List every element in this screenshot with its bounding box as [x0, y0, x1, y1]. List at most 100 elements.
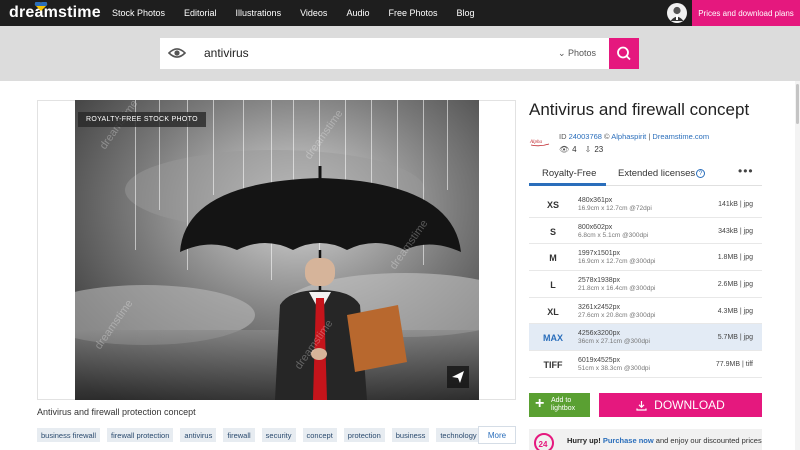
chevron-down-icon[interactable]: ⌄: [558, 48, 566, 59]
search-icon: [617, 46, 631, 61]
eye-icon[interactable]: [168, 46, 186, 60]
plus-icon: +: [535, 395, 545, 412]
size-print: 21.8cm x 16.4cm @300dpi: [578, 285, 656, 293]
page-scrollbar[interactable]: [795, 81, 800, 450]
download-label: DOWNLOAD: [654, 398, 725, 412]
promo-text: Hurry up! Purchase now and enjoy our dis…: [567, 436, 762, 445]
active-tab-underline: [529, 183, 606, 186]
nav-illustrations[interactable]: Illustrations: [236, 8, 282, 18]
tag-business-firewall[interactable]: business firewall: [37, 428, 101, 442]
size-file: 2.6MB | jpg: [717, 281, 753, 289]
size-row-s[interactable]: S 800x602px 6.8cm x 5.1cm @300dpi 343kB …: [529, 218, 762, 245]
main-nav: Stock Photos Editorial Illustrations Vid…: [112, 0, 494, 26]
size-print: 16.9cm x 12.7cm @300dpi: [578, 258, 656, 266]
size-options-table: XS 480x361px 16.9cm x 12.7cm @72dpi 141k…: [529, 191, 762, 378]
tab-royalty-free[interactable]: Royalty-Free: [542, 168, 596, 179]
more-options-icon[interactable]: •••: [738, 164, 754, 178]
promo-hurry: Hurry up!: [567, 436, 601, 445]
author-logo[interactable]: Alpha: [529, 134, 551, 148]
purchase-now-link[interactable]: Purchase now: [603, 436, 654, 445]
size-pixels: 6019x4525px: [578, 357, 621, 365]
tag-business[interactable]: business: [391, 428, 430, 442]
size-file: 343kB | jpg: [718, 227, 753, 235]
image-caption: Antivirus and firewall protection concep…: [37, 407, 196, 417]
size-file: 141kB | jpg: [718, 201, 753, 208]
nav-videos[interactable]: Videos: [300, 8, 327, 18]
size-pixels: 800x602px: [578, 223, 613, 231]
size-row-max[interactable]: MAX 4256x3200px 36cm x 27.1cm @300dpi 5.…: [529, 324, 762, 352]
size-print: 27.6cm x 20.8cm @300dpi: [578, 311, 656, 319]
image-stats: 👁 4 ⇩ 23: [559, 145, 611, 154]
size-print: 16.9cm x 12.7cm @72dpi: [578, 205, 652, 212]
size-row-l[interactable]: L 2578x1938px 21.8cm x 16.4cm @300dpi 2.…: [529, 271, 762, 298]
search-category-select[interactable]: Photos: [568, 48, 596, 58]
user-avatar[interactable]: [667, 3, 687, 23]
size-pixels: 1997x1501px: [578, 250, 621, 258]
promo-banner: 24 Hurry up! Purchase now and enjoy our …: [529, 429, 762, 450]
ukraine-heart-icon: [34, 2, 48, 11]
download-count-icon: ⇩: [584, 145, 592, 154]
share-button[interactable]: [447, 366, 469, 388]
nav-blog[interactable]: Blog: [457, 8, 475, 18]
tab-extended-licenses[interactable]: Extended licenses: [618, 168, 695, 179]
help-icon[interactable]: ?: [696, 169, 705, 178]
size-pixels: 4256x3200px: [578, 330, 621, 338]
id-prefix: ID: [559, 132, 569, 141]
size-pixels: 480x361px: [578, 197, 613, 204]
tag-technology[interactable]: technology: [436, 428, 481, 442]
site-link[interactable]: Dreamstime.com: [652, 132, 709, 141]
clock-24-icon: 24: [534, 433, 554, 450]
nav-audio[interactable]: Audio: [346, 8, 369, 18]
size-print: 51cm x 38.3cm @300dpi: [578, 365, 650, 373]
tag-concept[interactable]: concept: [302, 428, 337, 442]
photo-illustration: dreamstime dreamstime dreamstime dreamst…: [75, 100, 479, 400]
size-code: MAX: [543, 333, 563, 344]
download-button[interactable]: DOWNLOAD: [599, 393, 762, 417]
author-link[interactable]: Alphaspirit: [611, 132, 646, 141]
size-file: 4.3MB | jpg: [717, 307, 753, 315]
logo-text: dreamstime: [9, 4, 101, 21]
paper-plane-icon: [452, 371, 464, 383]
size-row-tiff[interactable]: TIFF 6019x4525px 51cm x 38.3cm @300dpi 7…: [529, 351, 762, 378]
clock-badge: 24: [539, 440, 548, 449]
nav-stock-photos[interactable]: Stock Photos: [112, 8, 165, 18]
downloads-count: 23: [594, 145, 604, 154]
nav-free-photos[interactable]: Free Photos: [388, 8, 437, 18]
search-query[interactable]: antivirus: [204, 46, 249, 60]
tag-protection[interactable]: protection: [343, 428, 385, 442]
size-code: L: [550, 280, 556, 291]
tag-antivirus[interactable]: antivirus: [180, 428, 217, 442]
tag-firewall[interactable]: firewall: [223, 428, 255, 442]
license-tabs: Royalty-Free Extended licenses ? •••: [529, 162, 762, 186]
dreamstime-logo[interactable]: dreamstime: [9, 2, 101, 23]
size-code: XS: [546, 200, 559, 210]
size-file: 77.9MB | tiff: [715, 361, 753, 369]
promo-rest: and enjoy our discounted prices: [653, 436, 762, 445]
size-code: XL: [547, 306, 559, 317]
prices-plans-button[interactable]: Prices and download plans: [692, 0, 800, 26]
size-pixels: 2578x1938px: [578, 277, 621, 285]
size-file: 5.7MB | jpg: [717, 334, 753, 342]
royalty-free-badge: ROYALTY-FREE STOCK PHOTO: [78, 112, 206, 127]
lightbox-label: Add to lightbox: [551, 397, 576, 412]
tag-firewall-protection[interactable]: firewall protection: [107, 428, 174, 442]
add-to-lightbox-button[interactable]: + Add to lightbox: [529, 393, 590, 417]
nav-editorial[interactable]: Editorial: [184, 8, 217, 18]
scrollbar-thumb[interactable]: [796, 84, 799, 124]
tag-security[interactable]: security: [261, 428, 296, 442]
more-tags-button[interactable]: More: [478, 426, 516, 444]
svg-text:Alpha: Alpha: [529, 140, 542, 145]
size-row-xl[interactable]: XL 3261x2452px 27.6cm x 20.8cm @300dpi 4…: [529, 298, 762, 325]
size-code: TIFF: [543, 360, 563, 371]
size-row-xs[interactable]: XS 480x361px 16.9cm x 12.7cm @72dpi 141k…: [529, 191, 762, 218]
views-count: 4: [572, 145, 577, 154]
search-band: [0, 26, 800, 81]
size-code: S: [549, 226, 556, 237]
search-button[interactable]: [609, 38, 639, 69]
size-code: M: [549, 253, 557, 264]
size-print: 36cm x 27.1cm @300dpi: [578, 338, 650, 346]
size-row-m[interactable]: M 1997x1501px 16.9cm x 12.7cm @300dpi 1.…: [529, 244, 762, 272]
image-title: Antivirus and firewall concept: [529, 100, 750, 119]
main-stock-photo[interactable]: dreamstime dreamstime dreamstime dreamst…: [75, 100, 479, 400]
image-id-link[interactable]: 24003768: [569, 132, 602, 141]
